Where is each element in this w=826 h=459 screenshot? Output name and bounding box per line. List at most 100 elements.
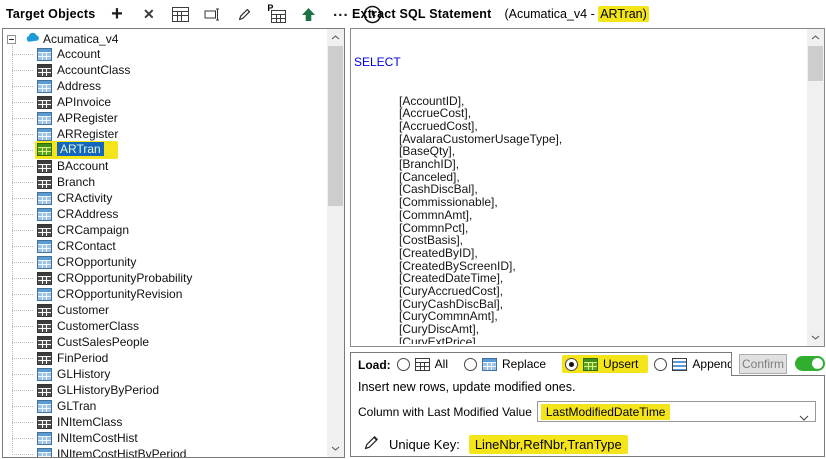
edit-icon[interactable] [235, 5, 254, 24]
sql-statement-box[interactable]: SELECT [AccountID],[AccrueCost],[Accrued… [350, 28, 825, 347]
sql-line: [CreatedByID], [354, 247, 805, 260]
tree-item-arregister[interactable]: ARRegister [3, 126, 327, 142]
load-option-all[interactable]: All [397, 357, 448, 371]
tree-item-artran[interactable]: ARTran [3, 142, 327, 158]
table-icon [37, 288, 52, 301]
tree-item-apinvoice[interactable]: APInvoice [3, 94, 327, 110]
table-icon [37, 400, 52, 413]
tree-item-glhistory[interactable]: GLHistory [3, 366, 327, 382]
tree-item-craddress[interactable]: CRAddress [3, 206, 327, 222]
scrollbar-thumb[interactable] [808, 46, 823, 81]
table-icon[interactable] [171, 5, 190, 24]
radio-all[interactable] [397, 358, 410, 371]
sql-line: [CommnAmt], [354, 209, 805, 222]
scrollbar-thumb[interactable] [328, 46, 343, 206]
more-icon[interactable]: ... [331, 5, 350, 24]
tree-item-custsalespeople[interactable]: CustSalesPeople [3, 334, 327, 350]
table-icon [37, 80, 52, 93]
tree-item-initemcosthist[interactable]: INItemCostHist [3, 430, 327, 446]
tree-item-gltran[interactable]: GLTran [3, 398, 327, 414]
highlighted-table-name: ARTran) [598, 6, 649, 22]
sql-column-lines: [AccountID],[AccrueCost],[AccruedCost],[… [354, 95, 805, 344]
table-icon [37, 432, 52, 445]
table-icon [37, 272, 52, 285]
radio-upsert[interactable] [565, 358, 578, 371]
tree-item-address[interactable]: Address [3, 78, 327, 94]
add-icon[interactable]: + [107, 5, 126, 24]
confirm-toggle[interactable] [795, 356, 825, 371]
load-icon-replace [482, 358, 497, 371]
target-objects-toolbar: + ✕ P ... [107, 5, 382, 24]
scroll-down-icon[interactable] [327, 440, 344, 457]
table-icon [37, 192, 52, 205]
remove-icon[interactable]: ✕ [139, 5, 158, 24]
tree-item-crcampaign[interactable]: CRCampaign [3, 222, 327, 238]
scroll-down-icon[interactable] [807, 329, 824, 346]
tree-item-cropportunityprobability[interactable]: CROpportunityProbability [3, 270, 327, 286]
tree-item-initemcosthistbyperiod[interactable]: INItemCostHistByPeriod [3, 446, 327, 457]
tree-root[interactable]: Acumatica_v4 [3, 32, 327, 46]
radio-replace[interactable] [464, 358, 477, 371]
tree-item-glhistorybyperiod[interactable]: GLHistoryByPeriod [3, 382, 327, 398]
chevron-down-icon[interactable] [799, 410, 809, 424]
unique-key-value: LineNbr,RefNbr,TranType [469, 435, 628, 454]
tree-item-label: CustomerClass [57, 319, 139, 333]
tree-item-account[interactable]: Account [3, 46, 327, 62]
load-option-upsert[interactable]: Upsert [562, 355, 648, 373]
tree-item-label: CustSalesPeople [57, 335, 149, 349]
tree-item-cropportunity[interactable]: CROpportunity [3, 254, 327, 270]
scroll-up-icon[interactable] [807, 29, 824, 46]
load-option-replace[interactable]: Replace [464, 357, 546, 371]
last-modified-combobox[interactable]: LastModifiedDateTime [537, 401, 816, 422]
tree-item-crcontact[interactable]: CRContact [3, 238, 327, 254]
edit-unique-key-icon[interactable] [363, 434, 380, 454]
tree-item-label: INItemClass [57, 415, 122, 429]
tree-item-finperiod[interactable]: FinPeriod [3, 350, 327, 366]
tree-item-customer[interactable]: Customer [3, 302, 327, 318]
tree-item-cropportunityrevision[interactable]: CROpportunityRevision [3, 286, 327, 302]
tree-scrollbar[interactable] [327, 29, 344, 457]
load-label: Load: [358, 358, 391, 372]
left-panel-title: Target Objects [6, 7, 95, 21]
tree-item-label: CRAddress [57, 207, 118, 221]
table-icon [37, 240, 52, 253]
tree-item-label: CROpportunity [57, 255, 136, 269]
table-icon [37, 304, 52, 317]
last-modified-row: Column with Last Modified Value LastModi… [358, 401, 816, 422]
tree-item-label: APInvoice [57, 95, 111, 109]
primary-key-table-icon[interactable]: P [267, 5, 286, 24]
scroll-up-icon[interactable] [327, 29, 344, 46]
table-icon [37, 336, 52, 349]
right-panel-title: Extract SQL Statement [352, 7, 491, 21]
tree-item-accountclass[interactable]: AccountClass [3, 62, 327, 78]
tree-item-branch[interactable]: Branch [3, 174, 327, 190]
tree-view[interactable]: Acumatica_v4 AccountAccountClassAddressA… [3, 29, 327, 457]
load-icon-append [672, 358, 687, 371]
sql-line: [BranchID], [354, 158, 805, 171]
right-panel-header: Extract SQL Statement (Acumatica_v4 - AR… [352, 0, 649, 28]
tree-item-label: INItemCostHistByPeriod [57, 447, 186, 457]
load-option-label: All [435, 357, 448, 371]
radio-append[interactable] [654, 358, 667, 371]
tree-item-customerclass[interactable]: CustomerClass [3, 318, 327, 334]
table-icon [37, 128, 52, 141]
load-option-append[interactable]: Append [654, 357, 733, 371]
tree-item-label: Customer [57, 303, 109, 317]
tree-item-label: BAccount [57, 159, 108, 173]
sql-scrollbar[interactable] [807, 29, 824, 346]
load-icon-all [415, 358, 430, 371]
tree-item-label: FinPeriod [57, 351, 108, 365]
collapse-expander-icon[interactable] [7, 35, 16, 44]
table-icon [37, 448, 52, 458]
unique-key-row: Unique Key: LineNbr,RefNbr,TranType [363, 434, 824, 454]
load-option-label: Upsert [603, 357, 638, 371]
tree-item-cractivity[interactable]: CRActivity [3, 190, 327, 206]
rename-icon[interactable] [203, 5, 222, 24]
table-icon [37, 176, 52, 189]
tree-item-baccount[interactable]: BAccount [3, 158, 327, 174]
upload-icon[interactable] [299, 5, 318, 24]
table-icon [37, 64, 52, 77]
confirm-button[interactable]: Confirm [739, 354, 787, 374]
tree-item-initemclass[interactable]: INItemClass [3, 414, 327, 430]
tree-item-apregister[interactable]: APRegister [3, 110, 327, 126]
